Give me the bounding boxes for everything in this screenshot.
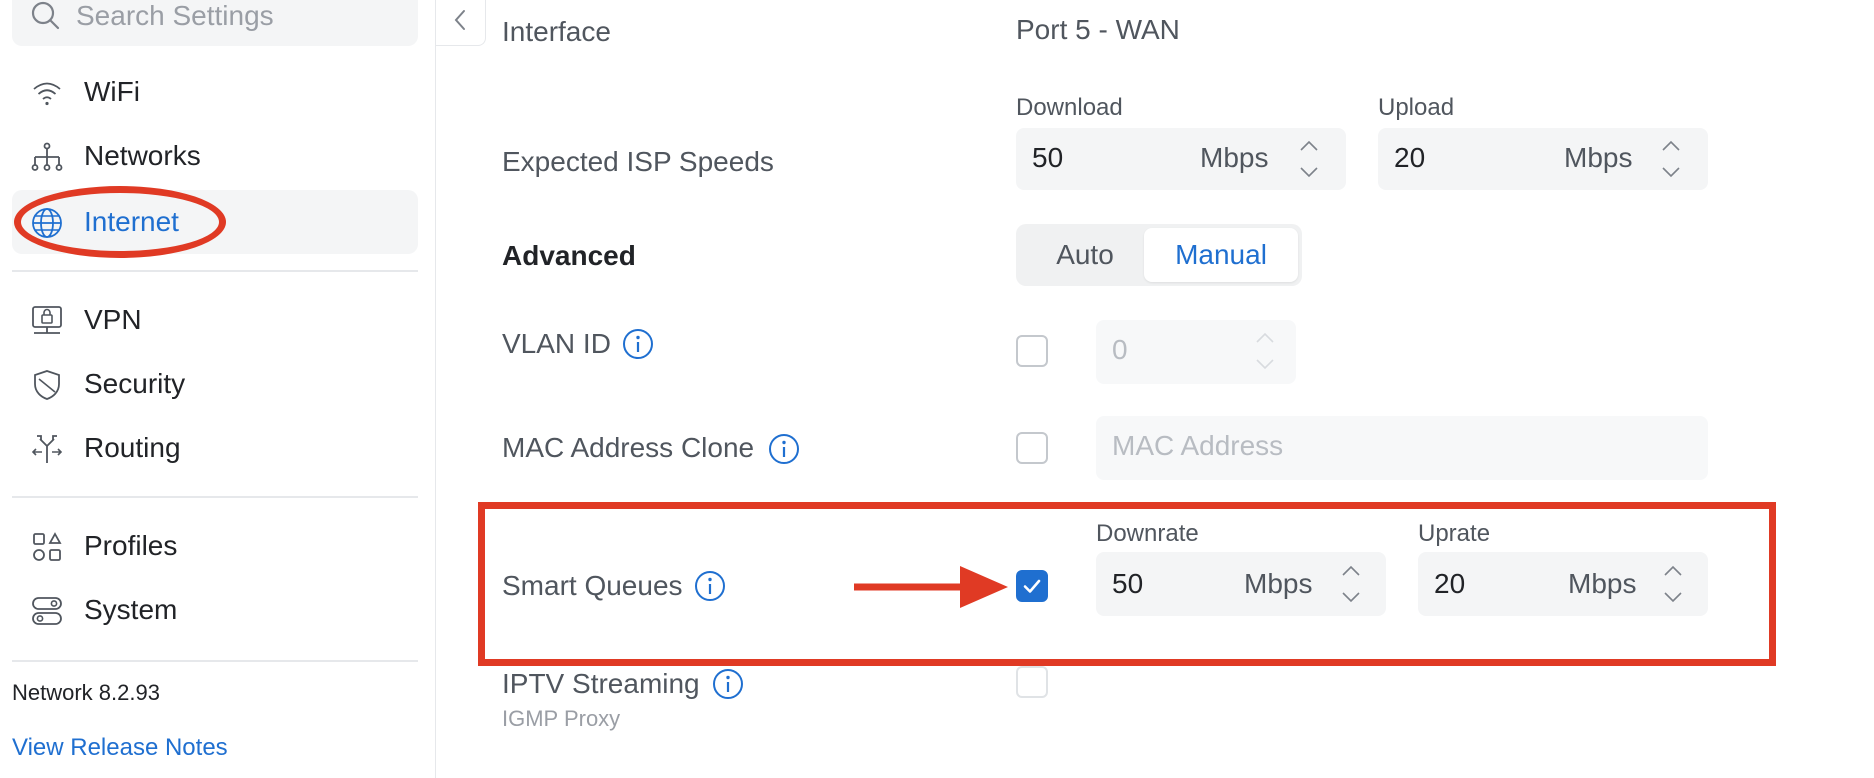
- sidebar-item-wifi[interactable]: WiFi: [12, 60, 418, 124]
- vlan-id-field[interactable]: 0: [1096, 320, 1296, 384]
- sidebar-item-routing[interactable]: Routing: [12, 416, 418, 480]
- expected-isp-speeds-label: Expected ISP Speeds: [502, 146, 774, 177]
- sidebar-divider: [12, 270, 418, 272]
- settings-sidebar: Search Settings WiFi Networks Internet V…: [0, 0, 436, 778]
- downrate-value: 50: [1112, 568, 1144, 599]
- stepper-icon[interactable]: [1254, 328, 1276, 374]
- sidebar-item-label: VPN: [84, 304, 142, 335]
- mac-address-clone-checkbox[interactable]: [1016, 432, 1048, 464]
- sidebar-item-label: Routing: [84, 432, 181, 463]
- version-text: Network 8.2.93: [12, 680, 160, 705]
- uprate-value: 20: [1434, 568, 1466, 599]
- view-release-notes-link[interactable]: View Release Notes: [12, 734, 228, 762]
- globe-icon: [32, 208, 62, 238]
- network-topology-icon: [31, 142, 63, 171]
- profiles-grid-icon: [33, 532, 62, 561]
- annotation-arrow-icon: [854, 566, 1008, 608]
- sidebar-item-system[interactable]: System: [12, 578, 418, 642]
- upload-speed-field[interactable]: 20 Mbps: [1378, 128, 1708, 190]
- mac-address-placeholder: MAC Address: [1112, 430, 1284, 461]
- download-speed-field[interactable]: 50 Mbps: [1016, 128, 1346, 190]
- mac-address-field[interactable]: MAC Address: [1096, 416, 1708, 480]
- uprate-label: Uprate: [1418, 520, 1491, 547]
- iptv-streaming-sublabel: IGMP Proxy: [502, 706, 621, 731]
- sidebar-item-label: Networks: [84, 140, 201, 171]
- wifi-icon: [33, 82, 61, 106]
- download-speed-value: 50: [1032, 142, 1064, 173]
- iptv-streaming-label: IPTV Streaming: [502, 668, 700, 699]
- info-icon[interactable]: [712, 668, 744, 700]
- sidebar-item-label: System: [84, 594, 178, 625]
- sidebar-item-internet[interactable]: Internet: [12, 190, 418, 254]
- search-placeholder: Search Settings: [76, 0, 274, 31]
- advanced-manual-option[interactable]: Manual: [1144, 228, 1298, 282]
- vlan-id-checkbox[interactable]: [1016, 335, 1048, 367]
- sidebar-divider: [12, 660, 418, 662]
- interface-value: Port 5 - WAN: [1016, 14, 1180, 45]
- info-icon[interactable]: [768, 433, 800, 465]
- sidebar-item-networks[interactable]: Networks: [12, 124, 418, 188]
- advanced-label: Advanced: [502, 240, 636, 271]
- info-icon[interactable]: [622, 328, 654, 360]
- smart-queues-checkbox[interactable]: [1016, 570, 1048, 602]
- iptv-streaming-checkbox[interactable]: [1016, 666, 1048, 698]
- chevron-left-icon: [454, 10, 465, 30]
- downrate-label: Downrate: [1096, 520, 1199, 547]
- routing-arrows-icon: [31, 435, 63, 463]
- search-icon: [31, 1, 60, 30]
- sidebar-item-label: WiFi: [84, 76, 140, 107]
- system-toggles-icon: [32, 597, 62, 625]
- stepper-icon[interactable]: [1660, 136, 1682, 182]
- advanced-auto-option[interactable]: Auto: [1020, 228, 1150, 282]
- mac-address-clone-label: MAC Address Clone: [502, 432, 755, 463]
- sidebar-item-label: Profiles: [84, 530, 178, 561]
- vpn-lock-icon: [32, 306, 62, 334]
- interface-label: Interface: [502, 16, 611, 47]
- checkmark-icon: [1023, 579, 1041, 593]
- sidebar-divider: [12, 496, 418, 498]
- stepper-icon[interactable]: [1340, 561, 1362, 607]
- sidebar-item-label: Security: [84, 368, 186, 399]
- sidebar-item-profiles[interactable]: Profiles: [12, 514, 418, 578]
- collapse-sidebar-button[interactable]: [436, 0, 486, 46]
- sidebar-item-security[interactable]: Security: [12, 352, 418, 416]
- vlan-id-label: VLAN ID: [502, 328, 611, 359]
- sidebar-item-label: Internet: [84, 206, 179, 237]
- downrate-unit: Mbps: [1244, 568, 1313, 599]
- advanced-mode-toggle[interactable]: Auto Manual: [1016, 224, 1302, 286]
- info-icon[interactable]: [694, 570, 726, 602]
- stepper-icon[interactable]: [1662, 561, 1684, 607]
- uprate-unit: Mbps: [1568, 568, 1637, 599]
- downrate-field[interactable]: 50 Mbps: [1096, 552, 1386, 616]
- upload-speed-value: 20: [1394, 142, 1426, 173]
- download-label: Download: [1016, 94, 1123, 121]
- sidebar-item-vpn[interactable]: VPN: [12, 288, 418, 352]
- uprate-field[interactable]: 20 Mbps: [1418, 552, 1708, 616]
- smart-queues-label: Smart Queues: [502, 570, 683, 601]
- stepper-icon[interactable]: [1298, 136, 1320, 182]
- upload-speed-unit: Mbps: [1564, 142, 1633, 173]
- download-speed-unit: Mbps: [1200, 142, 1269, 173]
- upload-label: Upload: [1378, 94, 1455, 121]
- shield-icon: [34, 370, 60, 400]
- search-settings-input[interactable]: Search Settings: [12, 0, 418, 46]
- vlan-id-value: 0: [1112, 334, 1128, 365]
